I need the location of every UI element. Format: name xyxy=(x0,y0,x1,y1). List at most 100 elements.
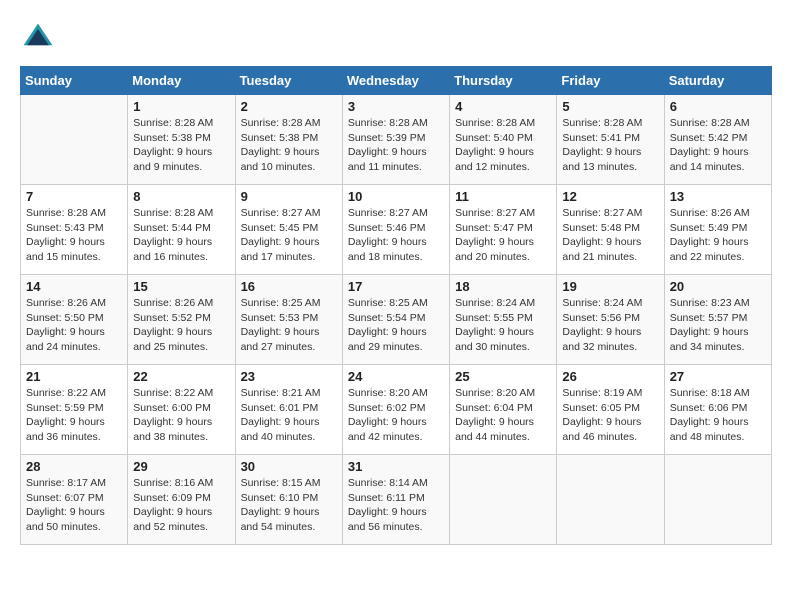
day-number: 25 xyxy=(455,369,551,384)
day-number: 3 xyxy=(348,99,444,114)
week-row-4: 21 Sunrise: 8:22 AMSunset: 5:59 PMDayligh… xyxy=(21,365,772,455)
calendar-cell: 8 Sunrise: 8:28 AMSunset: 5:44 PMDaylight… xyxy=(128,185,235,275)
week-row-3: 14Sunrise: 8:26 AMSunset: 5:50 PMDayligh… xyxy=(21,275,772,365)
day-number: 28 xyxy=(26,459,122,474)
day-number: 14 xyxy=(26,279,122,294)
day-number: 7 xyxy=(26,189,122,204)
calendar-cell: 28 Sunrise: 8:17 AMSunset: 6:07 PMDayligh… xyxy=(21,455,128,545)
header-row: SundayMondayTuesdayWednesdayThursdayFrid… xyxy=(21,67,772,95)
day-number: 5 xyxy=(562,99,658,114)
day-number: 22 xyxy=(133,369,229,384)
day-number: 10 xyxy=(348,189,444,204)
day-info: Sunrise: 8:16 AMSunset: 6:09 PMDaylight:… xyxy=(133,476,229,535)
day-number: 18 xyxy=(455,279,551,294)
day-info: Sunrise: 8:22 AMSunset: 6:00 PMDaylight:… xyxy=(133,386,229,445)
calendar-cell: 12Sunrise: 8:27 AMSunset: 5:48 PMDayligh… xyxy=(557,185,664,275)
calendar-table: SundayMondayTuesdayWednesdayThursdayFrid… xyxy=(20,66,772,545)
day-info: Sunrise: 8:26 AMSunset: 5:52 PMDaylight:… xyxy=(133,296,229,355)
day-number: 13 xyxy=(670,189,766,204)
calendar-cell: 6 Sunrise: 8:28 AMSunset: 5:42 PMDaylight… xyxy=(664,95,771,185)
day-info: Sunrise: 8:15 AMSunset: 6:10 PMDaylight:… xyxy=(241,476,337,535)
day-number: 6 xyxy=(670,99,766,114)
day-number: 26 xyxy=(562,369,658,384)
calendar-cell: 15 Sunrise: 8:26 AMSunset: 5:52 PMDayligh… xyxy=(128,275,235,365)
day-number: 31 xyxy=(348,459,444,474)
calendar-cell: 31 Sunrise: 8:14 AMSunset: 6:11 PMDayligh… xyxy=(342,455,449,545)
calendar-cell: 22 Sunrise: 8:22 AMSunset: 6:00 PMDayligh… xyxy=(128,365,235,455)
day-number: 30 xyxy=(241,459,337,474)
header-thursday: Thursday xyxy=(450,67,557,95)
day-info: Sunrise: 8:28 AMSunset: 5:40 PMDaylight:… xyxy=(455,116,551,175)
day-number: 17 xyxy=(348,279,444,294)
week-row-1: 1 Sunrise: 8:28 AMSunset: 5:38 PMDaylight… xyxy=(21,95,772,185)
day-number: 9 xyxy=(241,189,337,204)
day-info: Sunrise: 8:28 AMSunset: 5:38 PMDaylight:… xyxy=(133,116,229,175)
day-info: Sunrise: 8:27 AMSunset: 5:46 PMDaylight:… xyxy=(348,206,444,265)
week-row-2: 7 Sunrise: 8:28 AMSunset: 5:43 PMDaylight… xyxy=(21,185,772,275)
day-number: 2 xyxy=(241,99,337,114)
day-info: Sunrise: 8:28 AMSunset: 5:38 PMDaylight:… xyxy=(241,116,337,175)
calendar-cell: 13 Sunrise: 8:26 AMSunset: 5:49 PMDayligh… xyxy=(664,185,771,275)
calendar-cell: 11Sunrise: 8:27 AMSunset: 5:47 PMDayligh… xyxy=(450,185,557,275)
calendar-cell: 29 Sunrise: 8:16 AMSunset: 6:09 PMDayligh… xyxy=(128,455,235,545)
day-number: 1 xyxy=(133,99,229,114)
calendar-cell: 30 Sunrise: 8:15 AMSunset: 6:10 PMDayligh… xyxy=(235,455,342,545)
calendar-cell xyxy=(664,455,771,545)
day-info: Sunrise: 8:25 AMSunset: 5:54 PMDaylight:… xyxy=(348,296,444,355)
day-info: Sunrise: 8:21 AMSunset: 6:01 PMDaylight:… xyxy=(241,386,337,445)
calendar-cell: 10 Sunrise: 8:27 AMSunset: 5:46 PMDayligh… xyxy=(342,185,449,275)
day-info: Sunrise: 8:28 AMSunset: 5:43 PMDaylight:… xyxy=(26,206,122,265)
day-number: 23 xyxy=(241,369,337,384)
logo-icon xyxy=(20,20,56,56)
calendar-cell: 2 Sunrise: 8:28 AMSunset: 5:38 PMDaylight… xyxy=(235,95,342,185)
calendar-cell: 7 Sunrise: 8:28 AMSunset: 5:43 PMDaylight… xyxy=(21,185,128,275)
day-info: Sunrise: 8:28 AMSunset: 5:44 PMDaylight:… xyxy=(133,206,229,265)
day-info: Sunrise: 8:20 AMSunset: 6:04 PMDaylight:… xyxy=(455,386,551,445)
day-info: Sunrise: 8:20 AMSunset: 6:02 PMDaylight:… xyxy=(348,386,444,445)
day-number: 29 xyxy=(133,459,229,474)
day-info: Sunrise: 8:27 AMSunset: 5:45 PMDaylight:… xyxy=(241,206,337,265)
day-info: Sunrise: 8:17 AMSunset: 6:07 PMDaylight:… xyxy=(26,476,122,535)
calendar-cell: 5 Sunrise: 8:28 AMSunset: 5:41 PMDaylight… xyxy=(557,95,664,185)
day-info: Sunrise: 8:28 AMSunset: 5:39 PMDaylight:… xyxy=(348,116,444,175)
day-info: Sunrise: 8:28 AMSunset: 5:41 PMDaylight:… xyxy=(562,116,658,175)
calendar-cell: 17 Sunrise: 8:25 AMSunset: 5:54 PMDayligh… xyxy=(342,275,449,365)
calendar-header: SundayMondayTuesdayWednesdayThursdayFrid… xyxy=(21,67,772,95)
calendar-cell: 3 Sunrise: 8:28 AMSunset: 5:39 PMDaylight… xyxy=(342,95,449,185)
day-number: 8 xyxy=(133,189,229,204)
calendar-cell: 4 Sunrise: 8:28 AMSunset: 5:40 PMDaylight… xyxy=(450,95,557,185)
calendar-cell: 14Sunrise: 8:26 AMSunset: 5:50 PMDayligh… xyxy=(21,275,128,365)
day-info: Sunrise: 8:25 AMSunset: 5:53 PMDaylight:… xyxy=(241,296,337,355)
day-info: Sunrise: 8:18 AMSunset: 6:06 PMDaylight:… xyxy=(670,386,766,445)
day-info: Sunrise: 8:19 AMSunset: 6:05 PMDaylight:… xyxy=(562,386,658,445)
calendar-cell: 16Sunrise: 8:25 AMSunset: 5:53 PMDayligh… xyxy=(235,275,342,365)
calendar-cell: 25 Sunrise: 8:20 AMSunset: 6:04 PMDayligh… xyxy=(450,365,557,455)
day-info: Sunrise: 8:26 AMSunset: 5:49 PMDaylight:… xyxy=(670,206,766,265)
day-number: 4 xyxy=(455,99,551,114)
day-number: 20 xyxy=(670,279,766,294)
header-tuesday: Tuesday xyxy=(235,67,342,95)
day-number: 27 xyxy=(670,369,766,384)
header-monday: Monday xyxy=(128,67,235,95)
day-info: Sunrise: 8:27 AMSunset: 5:48 PMDaylight:… xyxy=(562,206,658,265)
calendar-cell: 23 Sunrise: 8:21 AMSunset: 6:01 PMDayligh… xyxy=(235,365,342,455)
calendar-cell: 1 Sunrise: 8:28 AMSunset: 5:38 PMDaylight… xyxy=(128,95,235,185)
day-number: 15 xyxy=(133,279,229,294)
day-info: Sunrise: 8:23 AMSunset: 5:57 PMDaylight:… xyxy=(670,296,766,355)
day-info: Sunrise: 8:28 AMSunset: 5:42 PMDaylight:… xyxy=(670,116,766,175)
day-info: Sunrise: 8:14 AMSunset: 6:11 PMDaylight:… xyxy=(348,476,444,535)
calendar-cell: 27 Sunrise: 8:18 AMSunset: 6:06 PMDayligh… xyxy=(664,365,771,455)
day-number: 21 xyxy=(26,369,122,384)
calendar-body: 1 Sunrise: 8:28 AMSunset: 5:38 PMDaylight… xyxy=(21,95,772,545)
day-info: Sunrise: 8:24 AMSunset: 5:56 PMDaylight:… xyxy=(562,296,658,355)
header-friday: Friday xyxy=(557,67,664,95)
calendar-cell: 24 Sunrise: 8:20 AMSunset: 6:02 PMDayligh… xyxy=(342,365,449,455)
day-number: 24 xyxy=(348,369,444,384)
day-number: 19 xyxy=(562,279,658,294)
logo xyxy=(20,20,60,56)
day-info: Sunrise: 8:22 AMSunset: 5:59 PMDaylight:… xyxy=(26,386,122,445)
day-number: 11 xyxy=(455,189,551,204)
calendar-cell xyxy=(450,455,557,545)
calendar-cell xyxy=(557,455,664,545)
header-saturday: Saturday xyxy=(664,67,771,95)
